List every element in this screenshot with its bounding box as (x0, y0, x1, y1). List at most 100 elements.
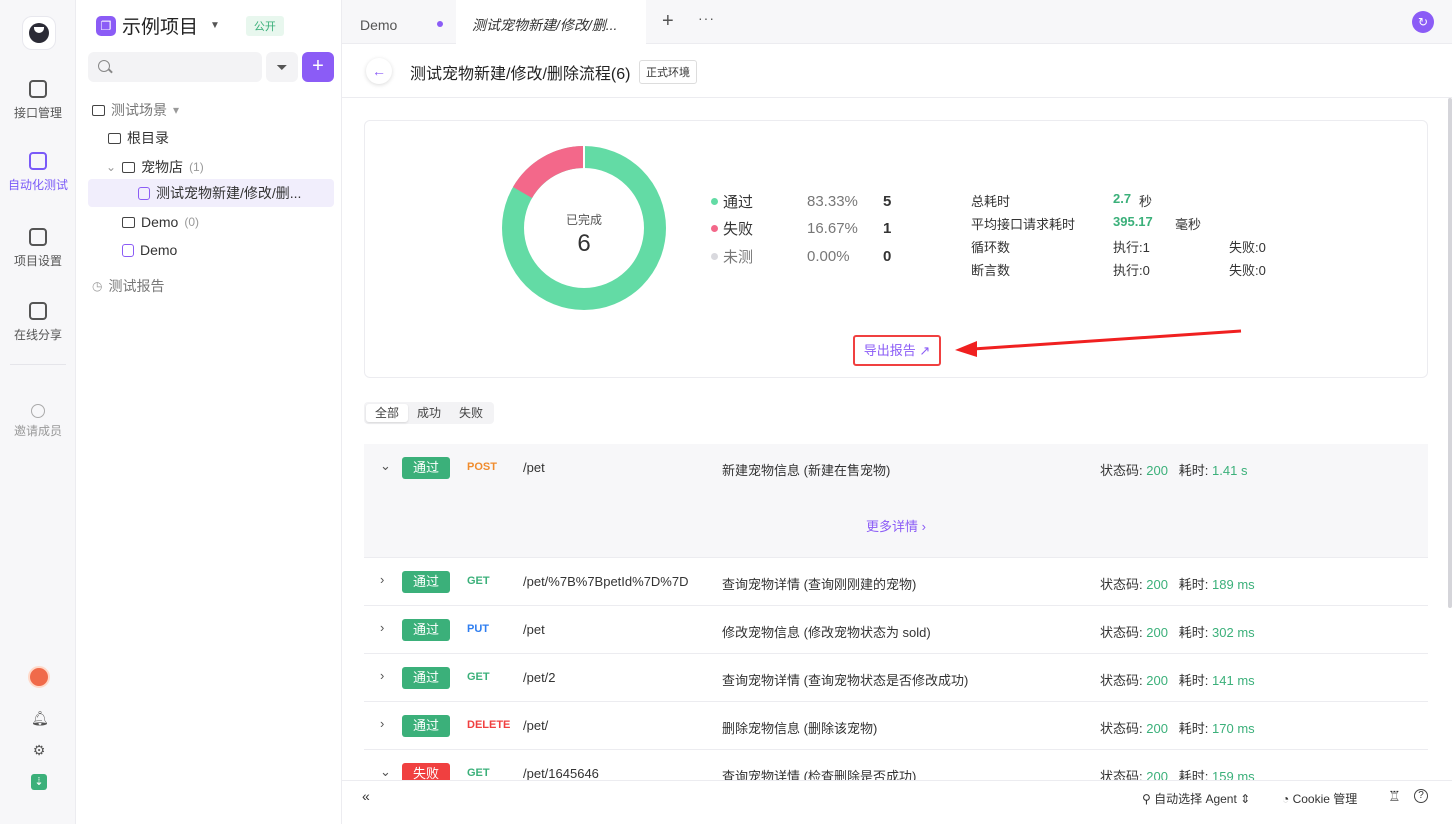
status-badge: 失败 (402, 763, 451, 780)
theme-icon[interactable]: ♖ (1388, 788, 1401, 805)
status-badge: 通过 (402, 457, 451, 479)
tree-item-reports[interactable]: ◷ 测试报告 (92, 276, 164, 296)
add-button[interactable]: + (302, 52, 334, 82)
nav-api-management[interactable]: 接口管理 (0, 80, 76, 121)
result-row[interactable]: › 通过 DELETE/pet/删除宠物信息 (删除该宠物) 状态码: 200 耗时:… (364, 702, 1428, 750)
sync-icon[interactable]: ↻ (1412, 11, 1434, 33)
scenes-icon (92, 104, 105, 116)
avatar[interactable] (28, 666, 50, 688)
cookie-manager[interactable]: ◔ Cookie 管理 (1282, 790, 1357, 807)
page-header: ← 测试宠物新建/修改/删除流程(6) 正式环境 (342, 44, 1452, 98)
unsaved-dot (437, 21, 443, 27)
agent-icon: ⚲ (1142, 792, 1155, 806)
status-code: 状态码: 200 耗时: 170 ms (1100, 721, 1255, 736)
report-summary: 已完成 6 通过 83.33% 5 失败 16.67% 1 未测 0.00% 0 (364, 120, 1428, 378)
chevron-right-icon[interactable]: › (380, 716, 384, 731)
step-description: 删除宠物信息 (删除该宠物) (722, 721, 878, 736)
result-row[interactable]: ⌄ 通过 POST/pet 新建宠物信息 (新建在售宠物) 状态码: 200 耗时: 1… (364, 444, 1428, 558)
nav-automation[interactable]: 自动化测试 (0, 152, 76, 193)
tree-scenes-header[interactable]: 测试场景 ▾ (92, 100, 179, 120)
filter-fail[interactable]: 失败 (450, 404, 492, 422)
total-time-value: 2.7 (1113, 191, 1132, 206)
nav-project-settings[interactable]: 项目设置 (0, 228, 76, 269)
help-icon[interactable]: ? (1414, 789, 1428, 803)
page-title: 测试宠物新建/修改/删除流程(6) (410, 66, 631, 83)
invite-members[interactable]: 邀请成员 (0, 404, 76, 439)
back-button[interactable]: ← (366, 58, 392, 84)
more-details-link[interactable]: 更多详情 › (364, 516, 1428, 535)
tree-item-petshop[interactable]: ⌄ 宠物店 (1) (106, 157, 204, 177)
asserts-fail: 失败:0 (1229, 263, 1266, 278)
scene-tree-panel: ❐ 示例项目 ▼ 公开 ⏷ + 测试场景 ▾ 根目录 ⌄ 宠物店 (1) 测试宠… (76, 0, 342, 824)
filter-all[interactable]: 全部 (366, 404, 409, 422)
filter-button[interactable]: ⏷ (266, 52, 298, 82)
status-badge: 通过 (402, 571, 451, 593)
step-description: 新建宠物信息 (新建在售宠物) (722, 463, 891, 478)
request-path: /pet/2 (523, 670, 556, 685)
result-row[interactable]: › 通过 GET/pet/%7B%7BpetId%7D%7D 查询宠物详情 (查询刚刚… (364, 558, 1428, 606)
tree-item-demo-folder[interactable]: Demo (0) (122, 214, 199, 230)
legend-pass: 通过 83.33% 5 (711, 191, 891, 212)
caret-down-icon: ▾ (173, 103, 180, 117)
export-report-button[interactable]: 导出报告 ↗ (853, 335, 941, 366)
total-time-unit: 秒 (1139, 194, 1153, 209)
untested-dot (711, 253, 718, 260)
step-description: 查询宠物详情 (检查删除是否成功) (722, 769, 917, 780)
tree-item-selected-case[interactable]: 测试宠物新建/修改/删... (88, 179, 334, 207)
gear-icon[interactable]: ⚙ (31, 742, 47, 758)
donut-center: 已完成 6 (565, 213, 602, 257)
pass-dot (711, 198, 718, 205)
folder-icon (108, 132, 121, 144)
http-method: GET (467, 671, 490, 683)
download-icon[interactable]: ⇣ (31, 774, 47, 790)
rail-divider (10, 364, 66, 365)
tab-current-scene[interactable]: 测试宠物新建/修改/删... (456, 0, 646, 44)
status-code: 状态码: 200 耗时: 1.41 s (1100, 463, 1248, 478)
chevron-right-icon[interactable]: › (380, 668, 384, 683)
tree-item-demo-case[interactable]: Demo (122, 242, 177, 258)
chevron-right-icon[interactable]: › (380, 572, 384, 587)
nav-online-share[interactable]: 在线分享 (0, 302, 76, 343)
filter-success[interactable]: 成功 (408, 404, 450, 422)
app-logo[interactable] (22, 16, 56, 50)
chevron-down-icon[interactable]: ⌄ (380, 764, 391, 780)
api-icon (29, 80, 47, 98)
scrollbar[interactable] (1448, 98, 1452, 608)
result-list: ⌄ 通过 POST/pet 新建宠物信息 (新建在售宠物) 状态码: 200 耗时: 1… (364, 444, 1428, 780)
result-row[interactable]: › 通过 PUT/pet 修改宠物信息 (修改宠物状态为 sold) 状态码: 200 … (364, 606, 1428, 654)
project-icon: ❐ (96, 15, 116, 36)
tree-search-input[interactable] (88, 52, 262, 82)
external-link-icon: ↗ (919, 343, 931, 358)
automation-icon (29, 152, 47, 170)
collapse-sidebar-icon[interactable]: « (362, 788, 370, 804)
result-filter: 全部 成功 失败 (364, 402, 495, 424)
result-row[interactable]: › 通过 GET/pet/2 查询宠物详情 (查询宠物状态是否修改成功) 状态码: 20… (364, 654, 1428, 702)
tab-demo[interactable]: Demo (344, 0, 413, 44)
folder-icon (122, 216, 135, 228)
asserts-exec: 执行:0 (1113, 263, 1150, 278)
project-switcher[interactable]: ❐ 示例项目 ▼ 公开 (96, 12, 284, 39)
chevron-down-icon[interactable]: ⌄ (380, 458, 391, 474)
annotation-arrow (955, 329, 1242, 357)
env-badge[interactable]: 正式环境 (639, 60, 697, 84)
status-code: 状态码: 200 耗时: 141 ms (1100, 673, 1255, 688)
agent-selector[interactable]: ⚲ 自动选择 Agent ⇕ (1142, 790, 1250, 807)
chevron-right-icon[interactable]: › (380, 620, 384, 635)
add-user-icon (31, 404, 45, 418)
http-method: GET (467, 575, 490, 587)
search-icon (98, 60, 110, 72)
fail-dot (711, 225, 718, 232)
project-name: 示例项目 (122, 17, 199, 38)
bell-icon[interactable]: 🔔︎ (31, 710, 49, 726)
request-path: /pet (523, 622, 545, 637)
more-icon[interactable]: ··· (698, 10, 715, 26)
status-badge: 通过 (402, 715, 451, 737)
new-tab-icon[interactable]: + (662, 10, 674, 33)
request-path: /pet (523, 460, 545, 475)
tree-item-root[interactable]: 根目录 (108, 128, 169, 148)
result-row[interactable]: ⌄ 失败 GET/pet/1645646 查询宠物详情 (检查删除是否成功) 状态码: … (364, 750, 1428, 780)
status-code: 状态码: 200 耗时: 159 ms (1100, 769, 1255, 780)
step-description: 查询宠物详情 (查询宠物状态是否修改成功) (722, 673, 969, 688)
status-bar: « ⚲ 自动选择 Agent ⇕ ◔ Cookie 管理 ♖ ? (342, 780, 1452, 812)
left-rail: 接口管理 自动化测试 项目设置 在线分享 邀请成员 🔔︎ ⚙ ⇣ (0, 0, 76, 824)
